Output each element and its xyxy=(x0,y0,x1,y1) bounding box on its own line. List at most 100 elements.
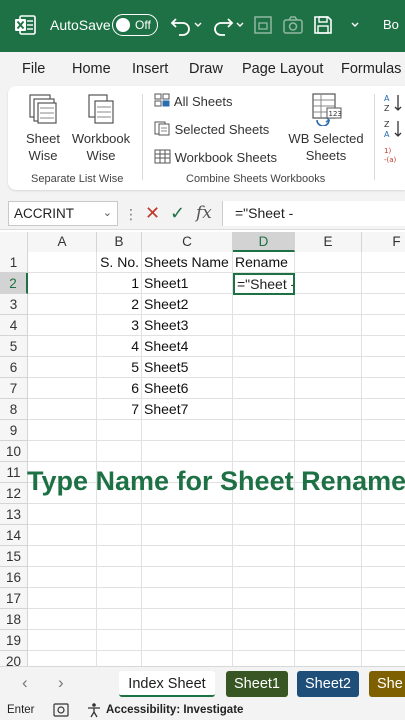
table-header-sheets-name[interactable]: Sheets Name xyxy=(144,252,234,273)
column-header-f[interactable]: F xyxy=(362,232,405,252)
custom-sort-icon[interactable]: 1) -(a) xyxy=(382,144,404,166)
group-separator xyxy=(374,94,375,180)
tab-file[interactable]: File xyxy=(22,61,45,77)
accessibility-status[interactable]: Accessibility: Investigate xyxy=(106,704,243,716)
save-icon[interactable] xyxy=(312,14,334,36)
column-header-d[interactable]: D xyxy=(233,232,295,252)
row-header-4[interactable]: 4 xyxy=(0,315,28,336)
sort-z-to-a-icon[interactable]: Z A xyxy=(382,118,404,140)
row-header-5[interactable]: 5 xyxy=(0,336,28,357)
cell-sno[interactable]: 2 xyxy=(97,294,139,315)
row-header-19[interactable]: 19 xyxy=(0,630,28,651)
cell-sno[interactable]: 1 xyxy=(97,273,139,294)
row-header-20[interactable]: 20 xyxy=(0,651,28,666)
column-header-e[interactable]: E xyxy=(295,232,362,252)
sheet-tab-sheet2[interactable]: Sheet2 xyxy=(297,671,359,697)
accessibility-icon[interactable] xyxy=(86,702,102,718)
row-header-9[interactable]: 9 xyxy=(0,420,28,441)
row-header-17[interactable]: 17 xyxy=(0,588,28,609)
row-header-6[interactable]: 6 xyxy=(0,357,28,378)
column-header-a[interactable]: A xyxy=(28,232,97,252)
sheet-tab-sheet1[interactable]: Sheet1 xyxy=(226,671,288,697)
autosave-label: AutoSave xyxy=(50,17,111,33)
workbook-wise-button[interactable]: Workbook Wise xyxy=(68,92,134,164)
cell-sno[interactable]: 5 xyxy=(97,357,139,378)
print-preview-icon[interactable] xyxy=(252,14,274,36)
svg-text:123: 123 xyxy=(329,110,342,118)
tab-formulas[interactable]: Formulas xyxy=(341,61,401,77)
workbook-sheets-button[interactable]: Workbook Sheets xyxy=(154,149,277,165)
row-header-11[interactable]: 11 xyxy=(0,462,28,483)
cell-sheet-name[interactable]: Sheet2 xyxy=(144,294,232,315)
grid-line xyxy=(28,608,405,609)
macro-record-icon[interactable] xyxy=(53,703,69,717)
more-options-icon[interactable]: ⋮ xyxy=(124,206,138,223)
insert-function-icon[interactable]: fx xyxy=(196,203,212,223)
row-header-7[interactable]: 7 xyxy=(0,378,28,399)
formula-input[interactable]: ="Sheet - xyxy=(222,201,405,226)
column-header-c[interactable]: C xyxy=(142,232,233,252)
grid-line xyxy=(28,629,405,630)
cell-sheet-name[interactable]: Sheet7 xyxy=(144,399,232,420)
chevron-right-icon[interactable]: › xyxy=(58,673,64,693)
row-header-18[interactable]: 18 xyxy=(0,609,28,630)
grid-line xyxy=(294,252,295,666)
tab-draw[interactable]: Draw xyxy=(189,61,223,77)
sort-a-to-z-icon[interactable]: A Z xyxy=(382,92,404,114)
table-header-rename[interactable]: Rename xyxy=(235,252,297,273)
cell-sno[interactable]: 4 xyxy=(97,336,139,357)
row-header-10[interactable]: 10 xyxy=(0,441,28,462)
name-box[interactable]: ACCRINT ⌄ xyxy=(8,201,118,226)
customize-toolbar-icon[interactable] xyxy=(350,14,360,36)
all-sheets-button[interactable]: All Sheets xyxy=(154,93,232,109)
cell-sheet-name[interactable]: Sheet1 xyxy=(144,273,232,294)
grid-line xyxy=(28,440,405,441)
tab-insert[interactable]: Insert xyxy=(132,61,168,77)
cancel-icon[interactable]: ✕ xyxy=(145,203,160,224)
cell-sheet-name[interactable]: Sheet3 xyxy=(144,315,232,336)
caption-overlay: Type Name for Sheet Rename! xyxy=(27,466,405,496)
table-header-sno[interactable]: S. No. xyxy=(97,252,139,273)
selected-sheets-button[interactable]: Selected Sheets xyxy=(154,121,269,137)
cell-sheet-name[interactable]: Sheet5 xyxy=(144,357,232,378)
grid-line xyxy=(361,252,362,666)
row-header-14[interactable]: 14 xyxy=(0,525,28,546)
sheet-wise-button[interactable]: Sheet Wise xyxy=(20,92,66,164)
title-bar: AutoSave Off Bo xyxy=(0,0,405,52)
column-header-b[interactable]: B xyxy=(97,232,142,252)
grid-line xyxy=(141,252,142,666)
all-sheets-label: All Sheets xyxy=(173,94,233,109)
wb-selected-sheets-button[interactable]: 123 WB Selected Sheets xyxy=(288,92,364,164)
active-cell-d2[interactable]: ="Sheet - xyxy=(233,273,295,295)
row-header-1[interactable]: 1 xyxy=(0,252,28,273)
row-header-2[interactable]: 2 xyxy=(0,273,28,294)
cell-sno[interactable]: 3 xyxy=(97,315,139,336)
sheet-tab-index[interactable]: Index Sheet xyxy=(119,671,215,697)
ribbon-tabs: File Home Insert Draw Page Layout Formul… xyxy=(0,52,405,86)
enter-icon[interactable]: ✓ xyxy=(170,203,185,224)
select-all-corner[interactable] xyxy=(0,232,28,252)
chevron-left-icon[interactable]: ‹ xyxy=(22,673,28,693)
sheet-tab-sheet3[interactable]: She xyxy=(369,671,405,697)
chevron-down-icon[interactable] xyxy=(193,14,203,36)
row-header-13[interactable]: 13 xyxy=(0,504,28,525)
row-header-16[interactable]: 16 xyxy=(0,567,28,588)
chevron-down-icon[interactable]: ⌄ xyxy=(103,206,112,219)
row-header-12[interactable]: 12 xyxy=(0,483,28,504)
autosave-toggle[interactable]: Off xyxy=(112,14,158,36)
cell-sheet-name[interactable]: Sheet6 xyxy=(144,378,232,399)
camera-icon[interactable] xyxy=(282,14,304,36)
tab-home[interactable]: Home xyxy=(72,61,111,77)
row-header-3[interactable]: 3 xyxy=(0,294,28,315)
undo-icon[interactable] xyxy=(170,14,192,36)
tab-page-layout[interactable]: Page Layout xyxy=(242,61,323,77)
cell-sheet-name[interactable]: Sheet4 xyxy=(144,336,232,357)
cell-sno[interactable]: 7 xyxy=(97,399,139,420)
row-header-15[interactable]: 15 xyxy=(0,546,28,567)
svg-text:Z: Z xyxy=(384,104,390,113)
chevron-down-icon[interactable] xyxy=(235,14,245,36)
row-header-8[interactable]: 8 xyxy=(0,399,28,420)
redo-icon[interactable] xyxy=(212,14,234,36)
cell-sno[interactable]: 6 xyxy=(97,378,139,399)
spreadsheet-grid[interactable]: A B C D E F 1 2 3 4 5 6 7 8 9 10 11 12 13 14 15 16 17 18 1… xyxy=(0,230,405,666)
